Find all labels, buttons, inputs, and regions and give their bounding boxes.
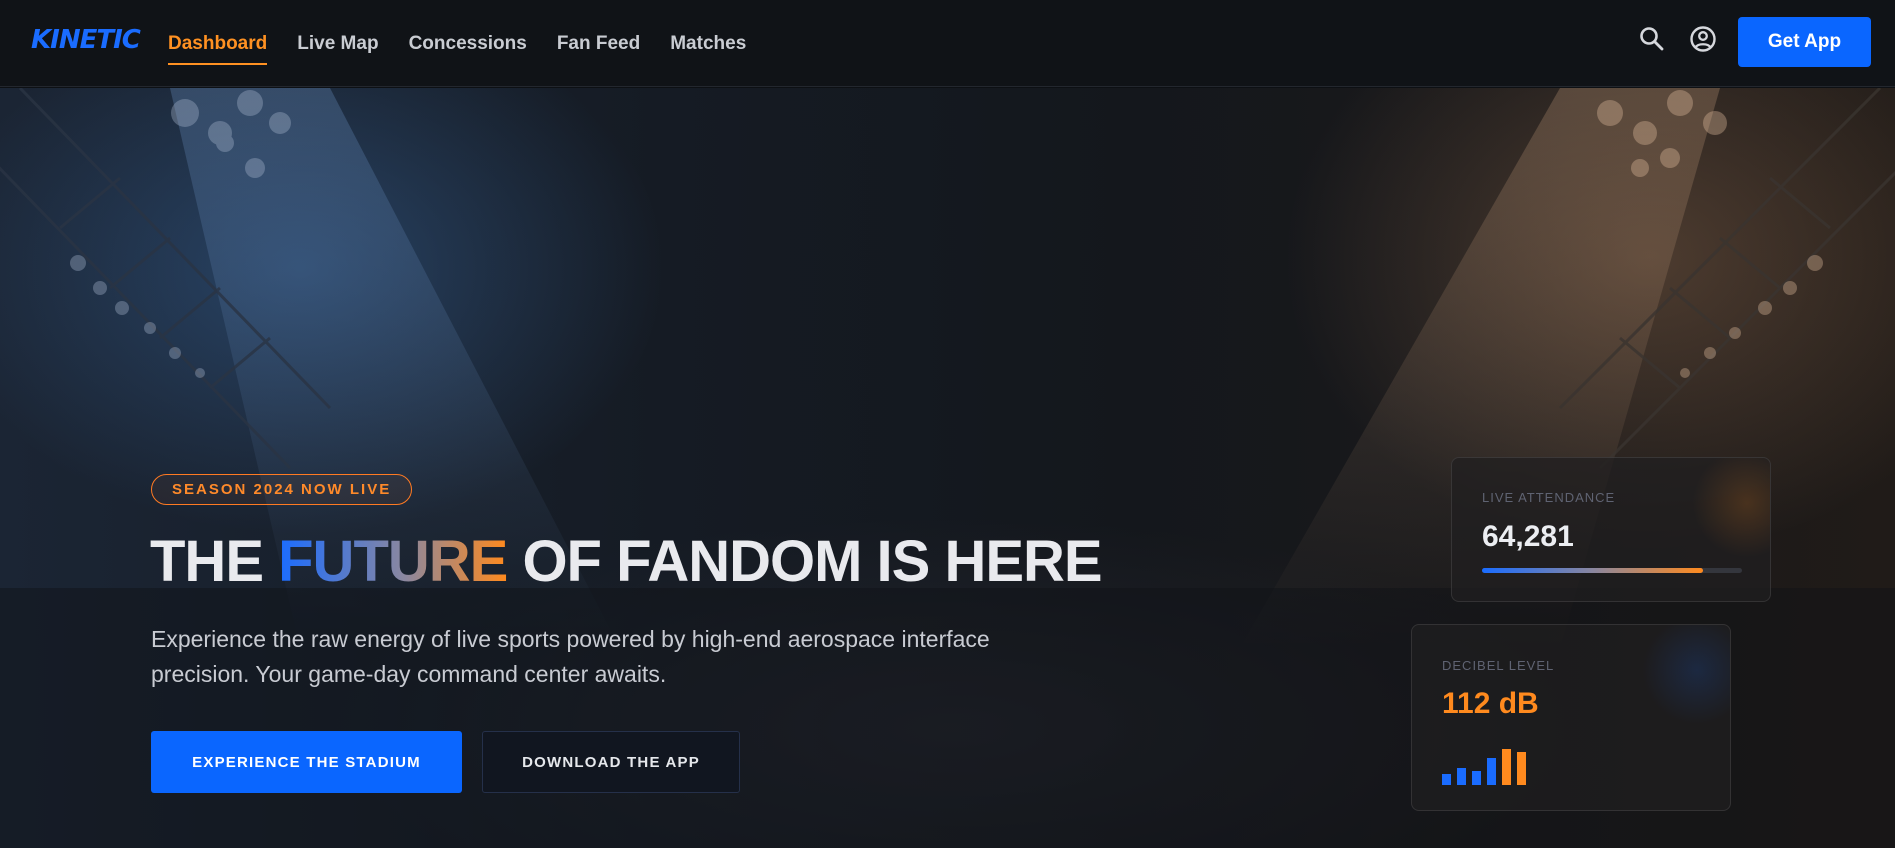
attendance-label: LIVE ATTENDANCE xyxy=(1482,490,1616,505)
headline-prefix: THE xyxy=(150,529,279,594)
decibel-value: 112 dB xyxy=(1442,687,1539,720)
attendance-value: 64,281 xyxy=(1482,520,1574,553)
decibel-meter xyxy=(1442,743,1562,785)
headline-highlight: FUTURE xyxy=(278,529,508,594)
nav-fan-feed[interactable]: Fan Feed xyxy=(557,27,640,61)
attendance-progress-fill xyxy=(1482,568,1703,573)
nav-live-map[interactable]: Live Map xyxy=(297,27,378,61)
card-glow xyxy=(1642,625,1730,725)
get-app-button[interactable]: Get App xyxy=(1738,17,1871,67)
attendance-progress-track xyxy=(1482,568,1742,573)
decibel-bar xyxy=(1472,771,1481,785)
decibel-bar xyxy=(1487,758,1496,785)
nav-concessions[interactable]: Concessions xyxy=(409,27,527,61)
decibel-bar xyxy=(1502,749,1511,785)
card-glow xyxy=(1692,458,1770,558)
download-app-button[interactable]: DOWNLOAD THE APP xyxy=(482,731,740,793)
headline-suffix: OF FANDOM IS HERE xyxy=(507,529,1102,594)
brand-logo[interactable]: KINETIC xyxy=(31,25,141,55)
nav-matches[interactable]: Matches xyxy=(670,27,746,61)
experience-stadium-button[interactable]: EXPERIENCE THE STADIUM xyxy=(151,731,462,793)
season-badge: SEASON 2024 NOW LIVE xyxy=(151,474,413,505)
live-attendance-card: LIVE ATTENDANCE 64,281 xyxy=(1451,457,1771,602)
decibel-bar xyxy=(1442,774,1451,785)
decibel-bar xyxy=(1457,768,1466,785)
decibel-level-card: DECIBEL LEVEL 112 dB xyxy=(1411,624,1731,811)
top-navigation: KINETIC Dashboard Live Map Concessions F… xyxy=(0,0,1895,87)
main-nav: Dashboard Live Map Concessions Fan Feed … xyxy=(168,0,746,87)
nav-dashboard[interactable]: Dashboard xyxy=(168,27,268,65)
hero-subtext: Experience the raw energy of live sports… xyxy=(151,626,990,687)
hero-section: SEASON 2024 NOW LIVE THE FUTURE OF FANDO… xyxy=(0,88,1895,848)
decibel-bar xyxy=(1517,752,1526,785)
account-icon[interactable] xyxy=(1688,24,1718,54)
hero-headline: THE FUTURE OF FANDOM IS HERE xyxy=(150,528,1103,595)
decibel-label: DECIBEL LEVEL xyxy=(1442,658,1555,673)
search-icon[interactable] xyxy=(1637,24,1667,54)
